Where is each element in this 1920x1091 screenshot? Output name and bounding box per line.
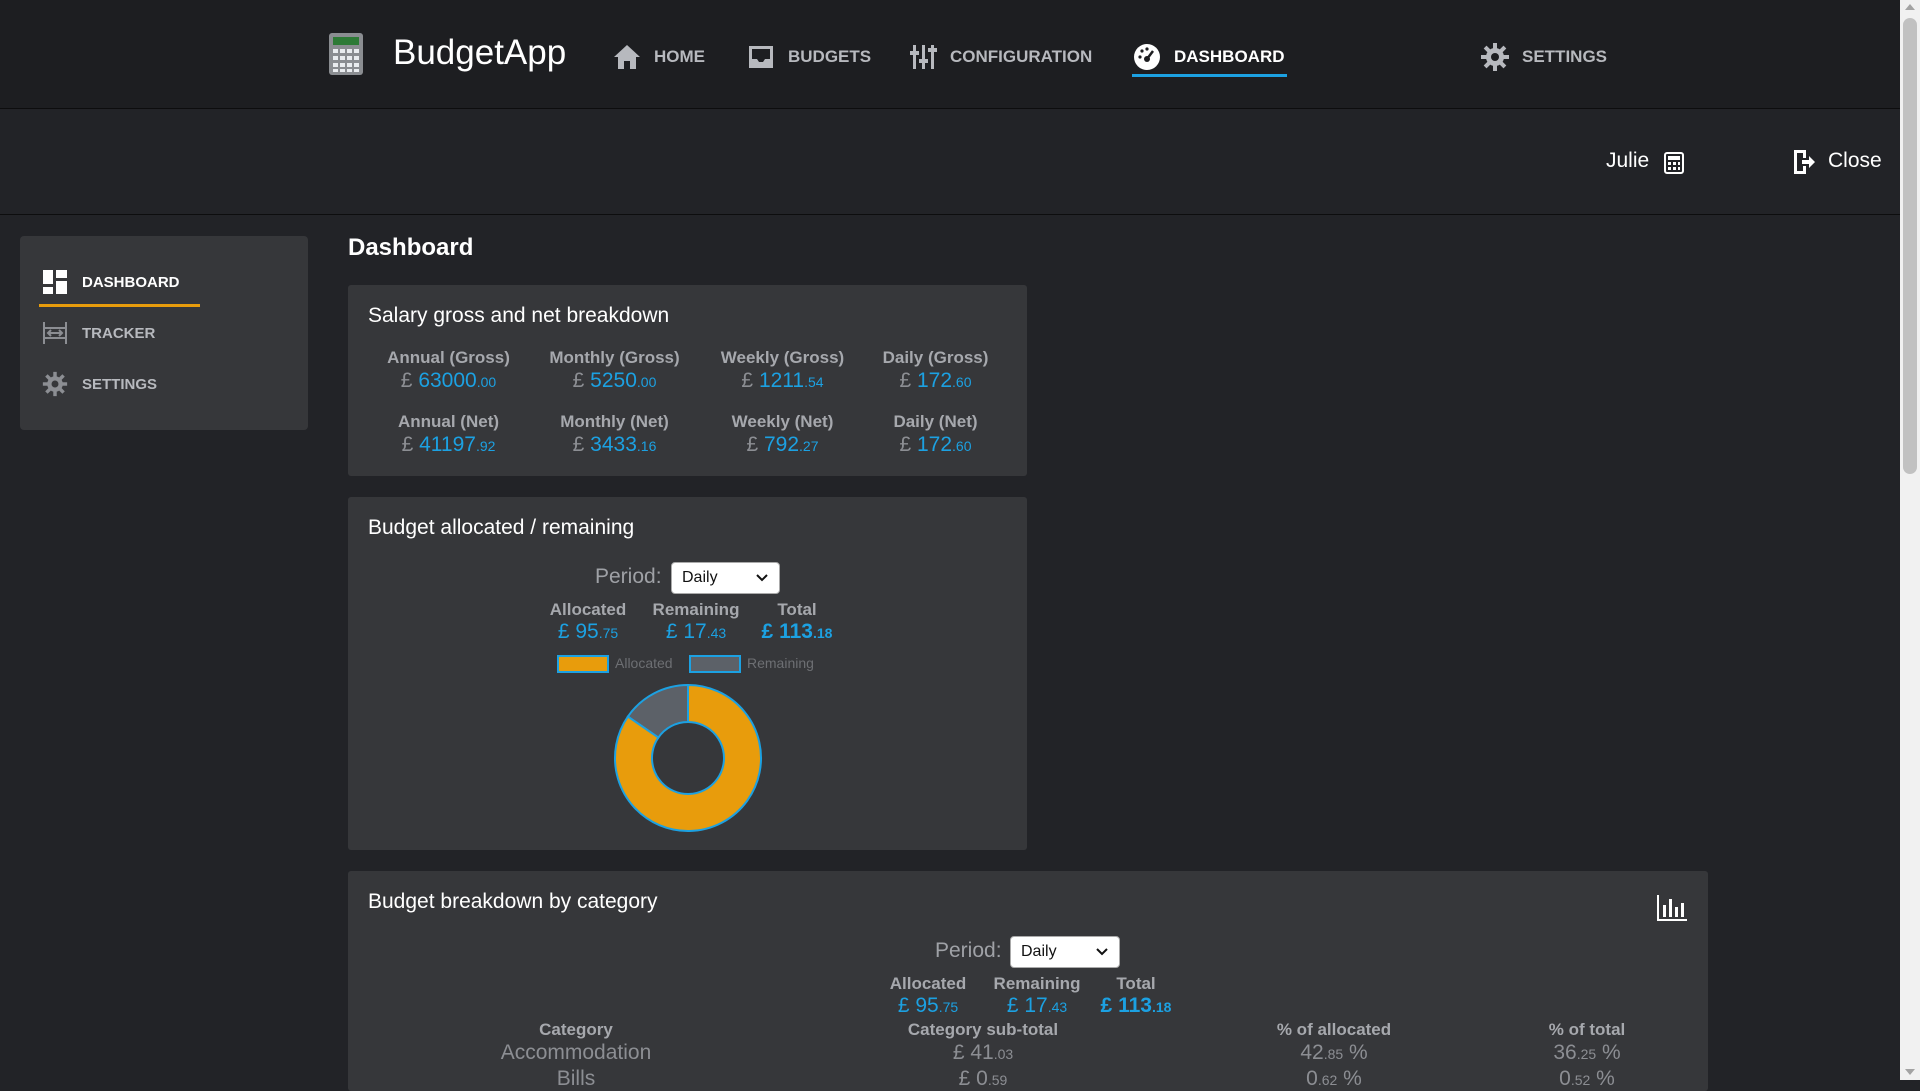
row-subtotal: £ 41.03	[952, 1041, 1014, 1064]
nav-configuration[interactable]: CONFIGURATION	[908, 37, 1092, 77]
legend-swatch-allocated[interactable]	[557, 655, 609, 673]
row-category: Accommodation	[500, 1041, 652, 1064]
nav-dashboard-label: DASHBOARD	[1174, 47, 1285, 66]
nav-settings-label: SETTINGS	[1522, 47, 1608, 66]
breakdown-allocated-value: £ 95.75	[897, 994, 959, 1017]
app-brand[interactable]: BudgetApp	[393, 33, 566, 73]
sidebar-item-tracker[interactable]: TRACKER	[42, 320, 155, 346]
net-monthly-label: Monthly (Net)	[560, 412, 669, 431]
gross-annual-label: Annual (Gross)	[387, 348, 510, 367]
breakdown-period-value: Daily	[1021, 943, 1057, 960]
close-button[interactable]: Close	[1828, 149, 1882, 173]
breakdown-remaining-label: Remaining	[993, 974, 1081, 993]
period-select[interactable]: Daily	[671, 562, 780, 594]
allocated-label: Allocated	[549, 600, 627, 619]
net-annual-value: £ 41197.92	[401, 433, 496, 456]
row-category: Bills	[556, 1067, 596, 1090]
row-pct-total: 36.25 %	[1553, 1041, 1621, 1064]
calculator-logo-icon	[329, 33, 363, 75]
sign-out-icon[interactable]	[1792, 148, 1816, 176]
sidebar-active-underline	[39, 304, 200, 307]
legend-swatch-remaining[interactable]	[689, 655, 741, 673]
gauge-icon	[1134, 44, 1160, 70]
column-header-category: Category	[539, 1020, 613, 1039]
total-label: Total	[777, 600, 817, 619]
total-value: £ 113.18	[761, 620, 833, 643]
budget-breakdown-title: Budget breakdown by category	[368, 890, 658, 913]
net-daily-value: £ 172.60	[899, 433, 972, 456]
page-title: Dashboard	[348, 234, 474, 261]
gear-icon	[42, 371, 68, 397]
sliders-icon	[910, 45, 937, 69]
chevron-down-icon	[756, 574, 768, 582]
sidebar-item-label: DASHBOARD	[82, 273, 180, 291]
nav-settings[interactable]: SETTINGS	[1480, 37, 1607, 77]
gross-monthly-label: Monthly (Gross)	[549, 348, 680, 367]
gross-annual-value: £ 63000.00	[400, 369, 497, 392]
nav-active-underline	[1132, 74, 1287, 77]
breakdown-period-select[interactable]: Daily	[1010, 936, 1120, 968]
legend-label-allocated[interactable]: Allocated	[615, 655, 673, 671]
gross-weekly-label: Weekly (Gross)	[720, 348, 845, 367]
salary-card-title: Salary gross and net breakdown	[368, 304, 670, 327]
tracker-icon	[43, 322, 67, 344]
gross-weekly-value: £ 1211.54	[741, 369, 824, 392]
net-daily-label: Daily (Net)	[893, 412, 978, 431]
dashboard-icon	[43, 270, 67, 294]
row-subtotal: £ 0.59	[958, 1067, 1008, 1090]
gross-daily-value: £ 172.60	[899, 369, 972, 392]
sidebar-item-dashboard[interactable]: DASHBOARD	[42, 269, 180, 295]
budget-allocated-title: Budget allocated / remaining	[368, 516, 635, 539]
gear-icon	[1481, 43, 1509, 71]
breakdown-total-value: £ 113.18	[1100, 994, 1172, 1017]
net-monthly-value: £ 3433.16	[572, 433, 657, 456]
legend-label-remaining[interactable]: Remaining	[747, 655, 814, 671]
nav-budgets[interactable]: BUDGETS	[746, 37, 871, 77]
inbox-icon	[749, 46, 773, 68]
calculator-icon[interactable]	[1664, 152, 1684, 174]
nav-dashboard[interactable]: DASHBOARD	[1132, 37, 1285, 77]
budget-donut-chart	[614, 683, 762, 832]
scrollbar-thumb[interactable]	[1903, 18, 1917, 474]
sidebar-item-label: TRACKER	[82, 324, 156, 342]
breakdown-allocated-label: Allocated	[889, 974, 967, 993]
scroll-up-arrow-icon[interactable]	[1905, 4, 1915, 10]
gross-monthly-value: £ 5250.00	[572, 369, 657, 392]
net-weekly-value: £ 792.27	[746, 433, 819, 456]
nav-home[interactable]: HOME	[612, 37, 705, 77]
row-pct-allocated: 0.62 %	[1306, 1067, 1362, 1090]
sidebar-item-label: SETTINGS	[82, 375, 158, 393]
scroll-down-arrow-icon[interactable]	[1905, 1069, 1915, 1075]
period-select-value: Daily	[682, 569, 718, 586]
remaining-label: Remaining	[652, 600, 740, 619]
breakdown-total-label: Total	[1116, 974, 1156, 993]
sidebar-item-settings[interactable]: SETTINGS	[42, 371, 157, 397]
column-header-pct-allocated: % of allocated	[1276, 1020, 1392, 1039]
nav-configuration-label: CONFIGURATION	[950, 47, 1093, 66]
column-header-subtotal: Category sub-total	[907, 1020, 1059, 1039]
row-pct-total: 0.52 %	[1559, 1067, 1615, 1090]
period-label: Period:	[595, 565, 662, 588]
allocated-value: £ 95.75	[557, 620, 619, 643]
net-annual-label: Annual (Net)	[397, 412, 500, 431]
bar-chart-icon[interactable]	[1656, 893, 1688, 923]
row-pct-allocated: 42.85 %	[1300, 1041, 1368, 1064]
nav-home-label: HOME	[654, 47, 705, 66]
net-weekly-label: Weekly (Net)	[731, 412, 834, 431]
breakdown-period-label: Period:	[935, 939, 1002, 962]
gross-daily-label: Daily (Gross)	[882, 348, 989, 367]
chevron-down-icon	[1096, 948, 1108, 956]
breakdown-remaining-value: £ 17.43	[1006, 994, 1068, 1017]
user-name[interactable]: Julie	[1606, 149, 1649, 173]
home-icon	[614, 45, 640, 69]
nav-budgets-label: BUDGETS	[788, 47, 872, 66]
remaining-value: £ 17.43	[665, 620, 727, 643]
column-header-pct-total: % of total	[1548, 1020, 1626, 1039]
